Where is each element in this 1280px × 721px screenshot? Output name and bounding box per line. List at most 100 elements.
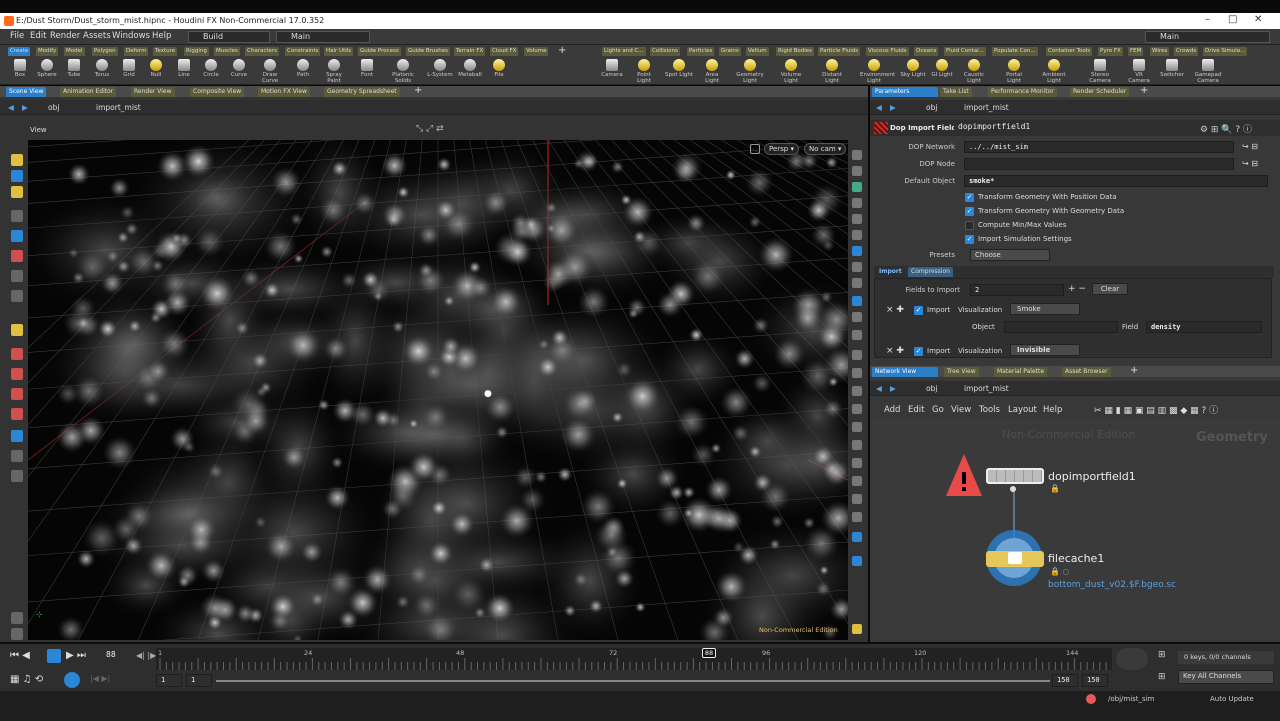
fields-count-field[interactable]: 2 bbox=[970, 284, 1064, 296]
stop-button[interactable] bbox=[47, 649, 61, 663]
tool-spray-paint[interactable]: Spray Paint bbox=[320, 57, 348, 85]
net-menu-add[interactable]: Add bbox=[884, 405, 900, 415]
path-obj[interactable]: obj bbox=[926, 103, 937, 112]
pose-tool-icon[interactable] bbox=[11, 290, 23, 302]
dop-network-field[interactable]: ../../mist_sim bbox=[964, 141, 1234, 153]
display-icon[interactable] bbox=[852, 624, 862, 634]
parm-gear-icon[interactable]: ⚙ ⊞ 🔍 ? ⓘ bbox=[1200, 122, 1252, 135]
snap-point-icon[interactable] bbox=[11, 368, 23, 380]
field-value[interactable]: density bbox=[1146, 321, 1262, 333]
range-slider[interactable] bbox=[216, 680, 1050, 682]
light-icon[interactable] bbox=[852, 246, 862, 256]
persp-menu[interactable]: Persp ▾ bbox=[764, 143, 799, 155]
shelf-tab[interactable]: Characters bbox=[245, 47, 280, 56]
display-icon[interactable] bbox=[852, 262, 862, 272]
node2-label[interactable]: filecache1 bbox=[1048, 552, 1104, 565]
tab-material-palette[interactable]: Material Palette bbox=[994, 367, 1048, 377]
tool-caustic-light[interactable]: Caustic Light bbox=[960, 57, 988, 85]
snap-options-icon[interactable] bbox=[11, 430, 23, 442]
add-remove-icon[interactable]: + − bbox=[1068, 284, 1086, 294]
tool-distant-light[interactable]: Distant Light bbox=[818, 57, 846, 85]
view-tools-icons[interactable]: ⤡ ⤢ ⇄ bbox=[416, 124, 476, 134]
display-icon[interactable] bbox=[852, 278, 862, 288]
shelf-tab[interactable]: Rigging bbox=[184, 47, 209, 56]
visualization-menu[interactable]: Invisible bbox=[1010, 344, 1080, 356]
tool-sphere[interactable]: Sphere bbox=[33, 57, 61, 85]
transform-geometry-checkbox[interactable]: ✓ bbox=[965, 207, 974, 216]
shelf-tab[interactable]: Crowds bbox=[1174, 47, 1199, 56]
tool-draw-curve[interactable]: Draw Curve bbox=[256, 57, 284, 85]
path-obj[interactable]: obj bbox=[48, 103, 59, 112]
clear-button[interactable]: Clear bbox=[1092, 283, 1128, 295]
tab-scene-view[interactable]: Scene View bbox=[6, 87, 47, 97]
display-icon[interactable] bbox=[852, 556, 862, 566]
shelf-tab[interactable]: Container Tools bbox=[1046, 47, 1093, 56]
default-object-field[interactable]: smoke* bbox=[964, 175, 1268, 187]
shelf-tab[interactable]: Volume bbox=[524, 47, 549, 56]
tool-path[interactable]: Path bbox=[289, 57, 317, 85]
shelf-tab[interactable]: Polygon bbox=[92, 47, 118, 56]
display-icon[interactable] bbox=[852, 476, 862, 486]
tool-volume-light[interactable]: Volume Light bbox=[777, 57, 805, 85]
realtime-toggle-icon[interactable] bbox=[1116, 648, 1148, 670]
shelf-tab-create[interactable]: Create bbox=[8, 47, 31, 56]
tool-point-light[interactable]: Point Light bbox=[630, 57, 658, 85]
presets-menu[interactable]: Choose bbox=[970, 249, 1050, 261]
display-icon[interactable] bbox=[852, 312, 862, 322]
back-icon[interactable]: ◀ bbox=[876, 103, 882, 112]
node1-label[interactable]: dopimportfield1 bbox=[1048, 470, 1136, 483]
tool-tube[interactable]: Tube bbox=[60, 57, 88, 85]
network-toolbar-icons[interactable]: ✂ ▦ ▮ ▦ ▣ ▤ ▥ ▩ ◆ ▦ ? ⓘ bbox=[1094, 403, 1218, 416]
tool-font[interactable]: Font bbox=[353, 57, 381, 85]
shelf-tab[interactable]: Fluid Contai... bbox=[944, 47, 986, 56]
tool-torus[interactable]: Torus bbox=[88, 57, 116, 85]
minimize-icon[interactable]: – bbox=[1205, 14, 1210, 25]
shelf-tab[interactable]: Vellum bbox=[746, 47, 769, 56]
view-tool-icon[interactable] bbox=[11, 324, 23, 336]
shelf-tab[interactable]: Hair Utils bbox=[324, 47, 354, 56]
menu-help[interactable]: Help bbox=[152, 31, 171, 41]
tool-stereo-camera[interactable]: Stereo Camera bbox=[1086, 57, 1114, 85]
import-row1-checkbox[interactable]: ✓ bbox=[914, 306, 923, 315]
shelf-tab[interactable]: Rigid Bodies bbox=[776, 47, 815, 56]
tool-switcher[interactable]: Switcher bbox=[1158, 57, 1186, 85]
shelf-tab[interactable]: Lights and C... bbox=[602, 47, 646, 56]
shelf-tab[interactable]: Drive Simula... bbox=[1203, 47, 1248, 56]
tool-portal-light[interactable]: Portal Light bbox=[1000, 57, 1028, 85]
shelf-tab[interactable]: Deform bbox=[124, 47, 149, 56]
handle-tool-icon[interactable] bbox=[11, 270, 23, 282]
menu-file[interactable]: File bbox=[10, 31, 24, 41]
tab-render-scheduler[interactable]: Render Scheduler bbox=[1070, 87, 1130, 97]
current-frame-field[interactable]: 88 bbox=[102, 650, 132, 663]
visualization-menu[interactable]: Smoke bbox=[1010, 303, 1080, 315]
menu-edit[interactable]: Edit bbox=[30, 31, 46, 41]
menu-render[interactable]: Render bbox=[50, 31, 80, 41]
display-icon[interactable] bbox=[852, 296, 862, 306]
shelf-tab[interactable]: Collisions bbox=[650, 47, 680, 56]
tool-ambient-light[interactable]: Ambient Light bbox=[1040, 57, 1068, 85]
add-tab-icon[interactable]: + bbox=[1140, 85, 1148, 96]
snap-grid-icon[interactable] bbox=[11, 348, 23, 360]
import-row2-checkbox[interactable]: ✓ bbox=[914, 347, 923, 356]
path-node[interactable]: import_mist bbox=[964, 103, 1009, 112]
forward-icon[interactable]: ▶ bbox=[890, 384, 896, 393]
display-icon[interactable] bbox=[852, 404, 862, 414]
dopimportfield-node[interactable] bbox=[986, 468, 1044, 484]
maximize-icon[interactable]: □ bbox=[1228, 14, 1237, 25]
shelf-tab[interactable]: Guide Process bbox=[358, 47, 401, 56]
close-icon[interactable]: ✕ bbox=[1254, 14, 1262, 25]
tab-import[interactable]: Import bbox=[876, 267, 905, 277]
audio-realtime-icons[interactable]: ▦ ♫ ⟲ bbox=[10, 674, 43, 685]
shelf-tab[interactable]: Terrain FX bbox=[454, 47, 486, 56]
tool-lsystem[interactable]: L-System bbox=[426, 57, 454, 85]
shelf-tab[interactable]: Model bbox=[64, 47, 85, 56]
tool-platonic[interactable]: Platonic Solids bbox=[389, 57, 417, 85]
key-all-channels-menu[interactable]: Key All Channels bbox=[1178, 670, 1274, 684]
tool-gamepad-camera[interactable]: Gamepad Camera bbox=[1194, 57, 1222, 85]
display-icon[interactable] bbox=[852, 458, 862, 468]
shelf-tab[interactable]: Grains bbox=[719, 47, 741, 56]
node2-file-label[interactable]: bottom_dust_v02.$F.bgeo.sc bbox=[1048, 580, 1176, 590]
tool-area-light[interactable]: Area Light bbox=[698, 57, 726, 85]
tab-composite-view[interactable]: Composite View bbox=[190, 87, 245, 97]
display-options-icon[interactable] bbox=[11, 470, 23, 482]
